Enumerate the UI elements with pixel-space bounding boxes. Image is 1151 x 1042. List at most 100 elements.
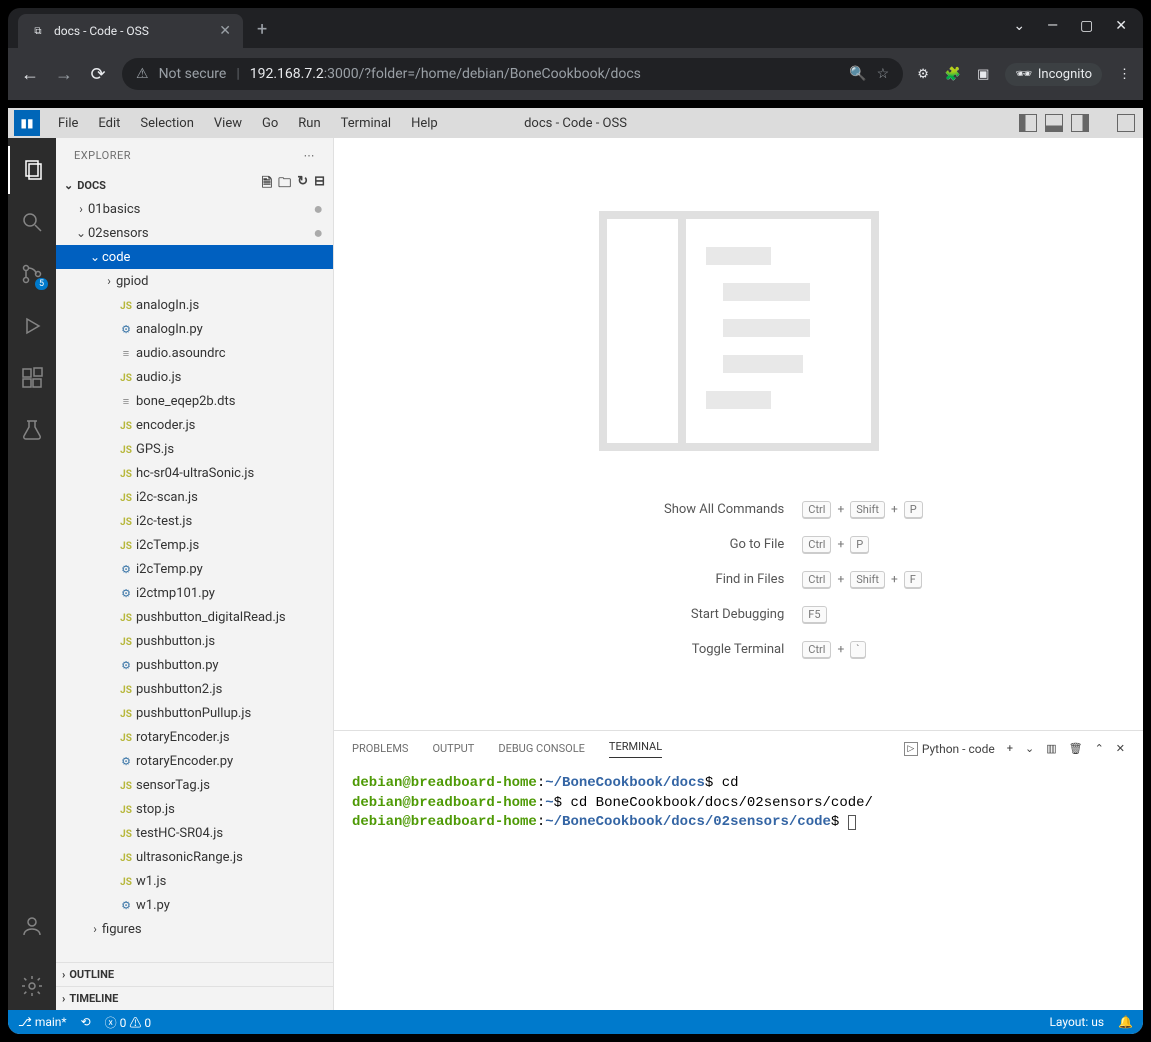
menu-bar: ▮▮ FileEditSelectionViewGoRunTerminalHel… xyxy=(8,108,1143,138)
terminal-selector[interactable]: ▷ Python - code xyxy=(904,742,995,756)
panel-tab-output[interactable]: OUTPUT xyxy=(432,742,474,755)
file-item[interactable]: JSanalogIn.js xyxy=(56,293,333,317)
menu-terminal[interactable]: Terminal xyxy=(333,112,399,135)
split-terminal-icon[interactable]: ▥ xyxy=(1046,742,1056,755)
file-item[interactable]: ⚙w1.py xyxy=(56,893,333,917)
folder-header[interactable]: ⌄ DOCS 🗎 🗀 ↻ ⊟ xyxy=(56,173,333,197)
file-item[interactable]: ⚙analogIn.py xyxy=(56,317,333,341)
browser-tab[interactable]: ⧉ docs - Code - OSS ✕ xyxy=(18,14,243,48)
browser-chrome: ⧉ docs - Code - OSS ✕ + ⌄ — ▢ ✕ ← → ⟳ ⚠ … xyxy=(8,8,1143,100)
settings-activity[interactable] xyxy=(8,962,56,1010)
new-folder-icon[interactable]: 🗀 xyxy=(278,174,291,196)
scm-activity[interactable]: 5 xyxy=(8,250,56,298)
layout-customize-icon[interactable] xyxy=(1117,114,1135,132)
search-activity[interactable] xyxy=(8,198,56,246)
file-item[interactable]: JSencoder.js xyxy=(56,413,333,437)
maximize-panel-icon[interactable]: ⌃ xyxy=(1095,742,1104,755)
layout-left-icon[interactable] xyxy=(1019,114,1037,132)
file-item[interactable]: ⚙rotaryEncoder.py xyxy=(56,749,333,773)
more-icon[interactable]: ⋯ xyxy=(304,149,316,162)
explorer-activity[interactable] xyxy=(8,146,56,194)
close-window-icon[interactable]: ✕ xyxy=(1115,18,1127,34)
menu-go[interactable]: Go xyxy=(254,112,286,135)
new-file-icon[interactable]: 🗎 xyxy=(262,174,272,196)
branch-status[interactable]: ⎇ main* xyxy=(18,1015,67,1029)
file-item[interactable]: JStestHC-SR04.js xyxy=(56,821,333,845)
chevron-down-icon[interactable]: ⌄ xyxy=(1013,18,1025,34)
chevron-down-icon[interactable]: ⌄ xyxy=(1025,742,1034,755)
file-item[interactable]: JSpushbutton_digitalRead.js xyxy=(56,605,333,629)
file-item[interactable]: JSaudio.js xyxy=(56,365,333,389)
reload-button[interactable]: ⟳ xyxy=(88,64,108,85)
new-tab-button[interactable]: + xyxy=(257,19,267,40)
file-item[interactable]: JSrotaryEncoder.js xyxy=(56,725,333,749)
file-item[interactable]: ⚙i2ctmp101.py xyxy=(56,581,333,605)
star-icon[interactable]: ☆ xyxy=(877,66,890,82)
timeline-section[interactable]: ›TIMELINE xyxy=(56,986,333,1010)
accounts-activity[interactable] xyxy=(8,902,56,950)
debug-activity[interactable] xyxy=(8,302,56,350)
shortcut-label: Go to File xyxy=(554,537,784,552)
problems-status[interactable]: ⓧ 0 ⚠ 0 xyxy=(105,1014,151,1031)
back-button[interactable]: ← xyxy=(20,64,40,85)
file-item[interactable]: JShc-sr04-ultraSonic.js xyxy=(56,461,333,485)
file-item[interactable]: JSi2c-scan.js xyxy=(56,485,333,509)
explorer-header: EXPLORER ⋯ xyxy=(56,138,333,173)
file-item[interactable]: JSpushbutton.js xyxy=(56,629,333,653)
file-item[interactable]: ≡bone_eqep2b.dts xyxy=(56,389,333,413)
file-item[interactable]: ⚙pushbutton.py xyxy=(56,653,333,677)
extension-icon[interactable]: ⚙ xyxy=(917,67,929,82)
add-terminal-icon[interactable]: + xyxy=(1007,742,1013,755)
collapse-icon[interactable]: ⊟ xyxy=(314,174,325,196)
panel-icon[interactable]: ▣ xyxy=(977,67,989,82)
puzzle-icon[interactable]: 🧩 xyxy=(945,67,961,82)
close-panel-icon[interactable]: ✕ xyxy=(1116,742,1125,755)
testing-activity[interactable] xyxy=(8,406,56,454)
forward-button[interactable]: → xyxy=(54,64,74,85)
folder-item[interactable]: ›gpiod xyxy=(56,269,333,293)
terminal-content[interactable]: debian@breadboard-home:~/BoneCookbook/do… xyxy=(334,766,1143,1010)
sync-icon[interactable]: ⟲ xyxy=(81,1015,91,1029)
panel-tab-debug-console[interactable]: DEBUG CONSOLE xyxy=(498,742,585,755)
folder-item[interactable]: ›01basics● xyxy=(56,197,333,221)
minimize-icon[interactable]: — xyxy=(1047,18,1058,34)
file-item[interactable]: JSi2cTemp.js xyxy=(56,533,333,557)
panel-tab-terminal[interactable]: TERMINAL xyxy=(609,740,662,758)
menu-help[interactable]: Help xyxy=(403,112,446,135)
file-item[interactable]: JSsensorTag.js xyxy=(56,773,333,797)
menu-edit[interactable]: Edit xyxy=(90,112,128,135)
file-item[interactable]: JSi2c-test.js xyxy=(56,509,333,533)
outline-section[interactable]: ›OUTLINE xyxy=(56,962,333,986)
menu-selection[interactable]: Selection xyxy=(132,112,201,135)
menu-icon[interactable]: ⋮ xyxy=(1118,67,1131,82)
layout-right-icon[interactable] xyxy=(1071,114,1089,132)
panel-tab-problems[interactable]: PROBLEMS xyxy=(352,742,408,755)
menu-run[interactable]: Run xyxy=(290,112,328,135)
tree-item-label: rotaryEncoder.js xyxy=(136,730,230,745)
file-item[interactable]: JSpushbuttonPullup.js xyxy=(56,701,333,725)
extensions-activity[interactable] xyxy=(8,354,56,402)
bell-icon[interactable]: 🔔 xyxy=(1118,1015,1133,1029)
file-item[interactable]: JSultrasonicRange.js xyxy=(56,845,333,869)
menu-view[interactable]: View xyxy=(206,112,250,135)
file-item[interactable]: JSGPS.js xyxy=(56,437,333,461)
file-item[interactable]: ⚙i2cTemp.py xyxy=(56,557,333,581)
tree-item-label: rotaryEncoder.py xyxy=(136,754,233,769)
file-item[interactable]: JSpushbutton2.js xyxy=(56,677,333,701)
refresh-icon[interactable]: ↻ xyxy=(297,174,308,196)
file-item[interactable]: JSw1.js xyxy=(56,869,333,893)
folder-item[interactable]: ›figures xyxy=(56,917,333,941)
layout-bottom-icon[interactable] xyxy=(1045,114,1063,132)
file-item[interactable]: JSstop.js xyxy=(56,797,333,821)
close-icon[interactable]: ✕ xyxy=(219,23,231,39)
layout-status[interactable]: Layout: us xyxy=(1049,1015,1104,1029)
folder-item[interactable]: ⌄code xyxy=(56,245,333,269)
tree-item-label: hc-sr04-ultraSonic.js xyxy=(136,466,254,481)
kill-terminal-icon[interactable]: 🗑 xyxy=(1069,742,1083,755)
menu-file[interactable]: File xyxy=(50,112,86,135)
url-box[interactable]: ⚠ Not secure | 192.168.7.2:3000/?folder=… xyxy=(122,58,903,90)
file-item[interactable]: ≡audio.asoundrc xyxy=(56,341,333,365)
zoom-icon[interactable]: 🔍 xyxy=(849,66,866,82)
folder-item[interactable]: ⌄02sensors● xyxy=(56,221,333,245)
maximize-icon[interactable]: ▢ xyxy=(1080,18,1093,34)
